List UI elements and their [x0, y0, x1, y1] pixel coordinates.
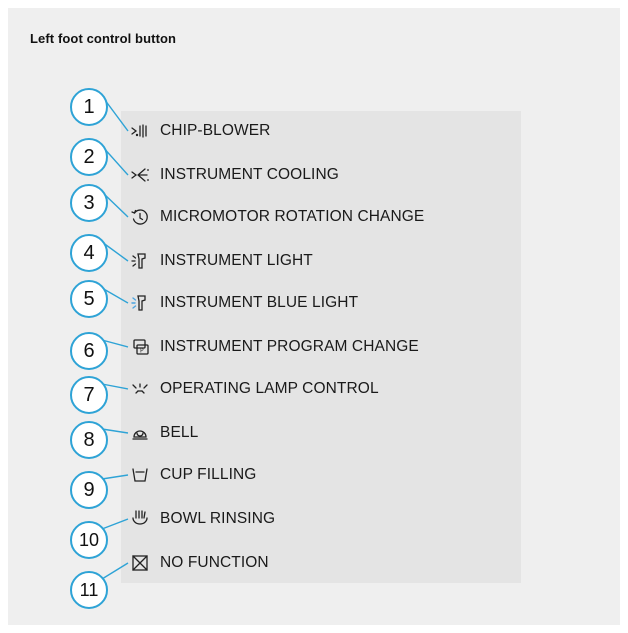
function-row: OPERATING LAMP CONTROL	[130, 378, 379, 400]
function-row: INSTRUMENT LIGHT	[130, 250, 313, 272]
function-row: BOWL RINSING	[130, 508, 275, 530]
function-label: MICROMOTOR ROTATION CHANGE	[160, 208, 425, 225]
rotation-change-icon	[130, 207, 150, 227]
number-badge: 9	[70, 471, 108, 509]
number-badge: 5	[70, 280, 108, 318]
function-label: CHIP-BLOWER	[160, 122, 271, 139]
function-label: INSTRUMENT PROGRAM CHANGE	[160, 338, 419, 355]
function-row: CHIP-BLOWER	[130, 120, 270, 142]
function-row: MICROMOTOR ROTATION CHANGE	[130, 206, 424, 228]
function-label: BELL	[160, 424, 199, 441]
no-function-icon	[130, 553, 150, 573]
figure-title: Left foot control button	[30, 31, 177, 46]
operating-lamp-icon	[130, 379, 150, 399]
function-row: BELL	[130, 422, 198, 444]
number-badge: 8	[70, 421, 108, 459]
chip-blower-icon	[130, 121, 150, 141]
function-label: NO FUNCTION	[160, 554, 269, 571]
function-label: INSTRUMENT BLUE LIGHT	[160, 294, 359, 311]
number-badge: 1	[70, 88, 108, 126]
number-badge: 7	[70, 376, 108, 414]
bowl-rinsing-icon	[130, 509, 150, 529]
function-row: INSTRUMENT BLUE LIGHT	[130, 292, 358, 314]
function-row: P INSTRUMENT PROGRAM CHANGE	[130, 336, 419, 358]
function-row: NO FUNCTION	[130, 552, 269, 574]
number-badge: 10	[70, 521, 108, 559]
function-label: INSTRUMENT COOLING	[160, 166, 339, 183]
function-label: OPERATING LAMP CONTROL	[160, 380, 379, 397]
number-badge: 11	[70, 571, 108, 609]
instrument-cooling-icon	[130, 165, 150, 185]
function-row: CUP FILLING	[130, 464, 256, 486]
function-label: BOWL RINSING	[160, 510, 276, 527]
function-label: CUP FILLING	[160, 466, 257, 483]
function-label: INSTRUMENT LIGHT	[160, 252, 313, 269]
number-badge: 2	[70, 138, 108, 176]
number-badge: 3	[70, 184, 108, 222]
function-row: INSTRUMENT COOLING	[130, 164, 339, 186]
instrument-light-icon	[130, 251, 150, 271]
number-badge: 4	[70, 234, 108, 272]
instrument-blue-light-icon	[130, 293, 150, 313]
program-change-icon: P	[130, 337, 150, 357]
bell-icon	[130, 423, 150, 443]
svg-text:P: P	[140, 348, 144, 355]
number-badge: 6	[70, 332, 108, 370]
cup-filling-icon	[130, 465, 150, 485]
